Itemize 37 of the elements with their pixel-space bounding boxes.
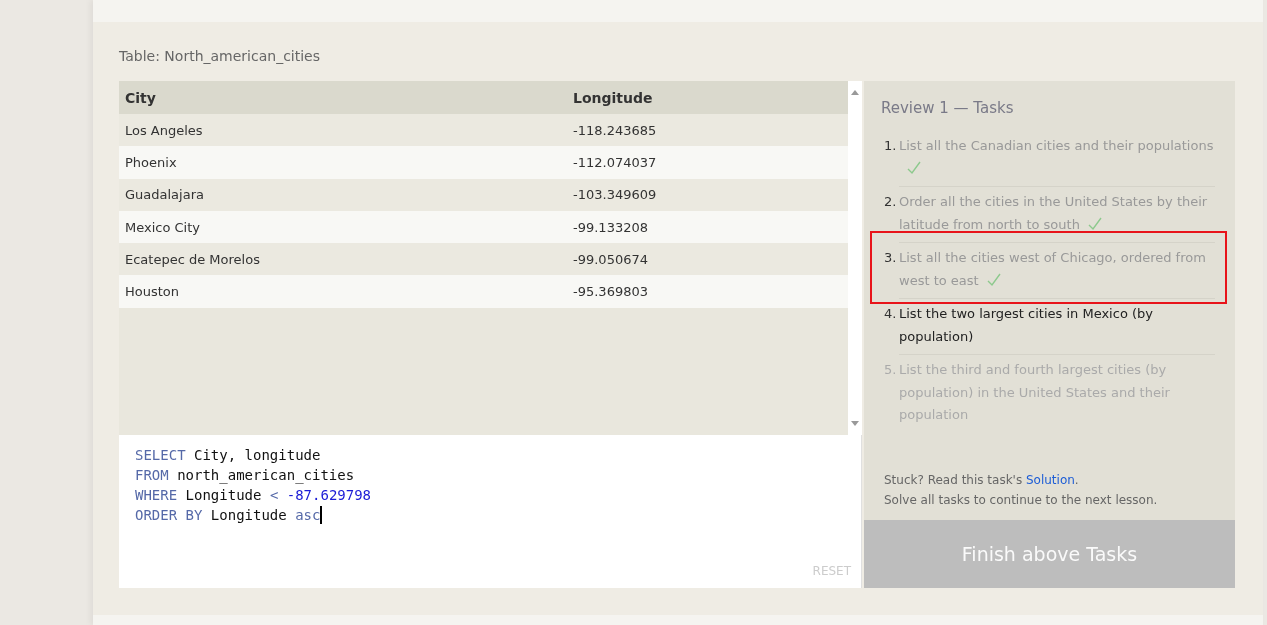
table-cell-text: -103.349609 bbox=[572, 187, 658, 203]
task-number: 1. bbox=[884, 137, 898, 155]
table-cell-text: Ecatepec de Morelos bbox=[124, 251, 261, 267]
table-cell-text: Los Angeles bbox=[124, 122, 204, 138]
task-text: List all the cities west of Chicago, ordered from west to east bbox=[899, 249, 1207, 290]
table-cell-text: -99.133208 bbox=[572, 219, 649, 235]
table-cell-text: Mexico City bbox=[124, 219, 201, 235]
table-cell-text: -99.050674 bbox=[572, 251, 649, 267]
table-cell-text: Phoenix bbox=[124, 154, 178, 170]
panel-title: Review 1 — Tasks bbox=[880, 98, 1015, 119]
code-line: WHERE Longitude < -87.629798 bbox=[135, 486, 372, 505]
scroll-down-icon[interactable] bbox=[851, 421, 859, 426]
note-text: Solve all tasks to continue to the next lesson. bbox=[883, 492, 1159, 509]
task-text: Order all the cities in the United States by their latitude from north to south bbox=[899, 193, 1209, 234]
task-text: List the third and fourth largest cities (by population) in the United States and their population bbox=[899, 361, 1171, 424]
column-header[interactable]: City bbox=[119, 89, 567, 106]
code-line: FROM north_american_cities bbox=[135, 466, 355, 485]
task-text: List all the Canadian cities and their populations bbox=[899, 135, 1215, 180]
table-cell-text: Guadalajara bbox=[124, 187, 205, 203]
table-caption: Table: North_american_cities bbox=[119, 48, 322, 66]
task-number: 4. bbox=[884, 305, 898, 323]
column-header[interactable]: Longitude bbox=[567, 89, 848, 106]
hint-text: Stuck? Read this task's Solution. bbox=[883, 472, 1080, 489]
text-cursor bbox=[320, 506, 323, 524]
table-cell-text: -112.074037 bbox=[572, 154, 658, 170]
task-number: 3. bbox=[884, 249, 898, 267]
table-cell-text: Houston bbox=[124, 284, 181, 300]
table-cell-text: -95.369803 bbox=[572, 284, 649, 300]
task-number: 5. bbox=[884, 361, 898, 379]
solution-link[interactable]: Solution bbox=[1025, 473, 1075, 487]
task-number: 2. bbox=[884, 193, 898, 211]
scrollbar[interactable] bbox=[848, 81, 862, 435]
scroll-up-icon[interactable] bbox=[851, 90, 859, 95]
code-line: SELECT City, longitude bbox=[135, 446, 321, 465]
task-text: List the two largest cities in Mexico (by population) bbox=[899, 305, 1154, 346]
code-line: ORDER BY Longitude asc bbox=[135, 505, 323, 525]
table-cell-text: -118.243685 bbox=[572, 122, 658, 138]
